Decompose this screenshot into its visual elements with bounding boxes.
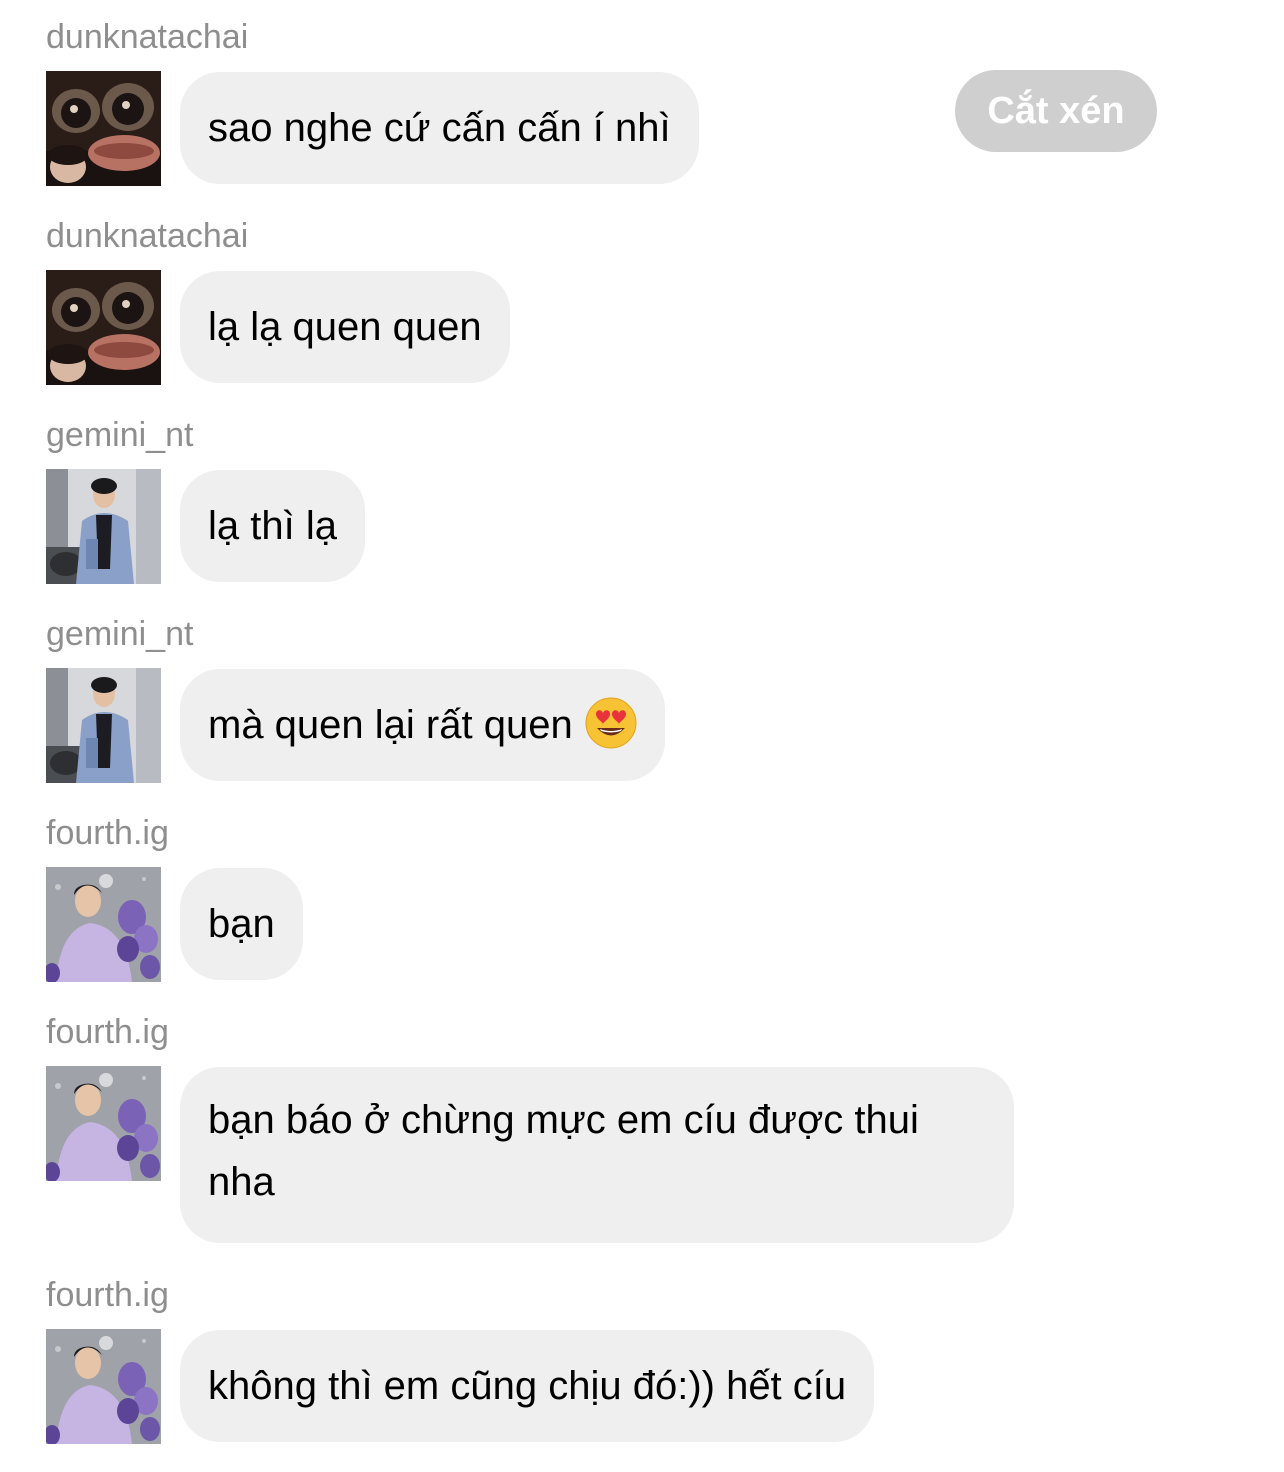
- message-bubble[interactable]: không thì em cũng chịu đó:)) hết cíu: [180, 1330, 875, 1442]
- heart-eyes-emoji: [585, 697, 637, 749]
- avatar-frog-glasses[interactable]: [46, 71, 161, 186]
- message-bubble[interactable]: lạ thì lạ: [180, 470, 365, 582]
- message-text: không thì em cũng chịu đó:)) hết cíu: [208, 1364, 847, 1408]
- message-text: sao nghe cứ cấn cấn í nhì: [208, 106, 671, 150]
- crop-button[interactable]: Cắt xén: [955, 70, 1157, 152]
- message-username[interactable]: gemini_nt: [46, 415, 193, 455]
- avatar-frog-glasses[interactable]: [46, 270, 161, 385]
- message-username[interactable]: fourth.ig: [46, 1012, 169, 1052]
- message-username[interactable]: dunknatachai: [46, 17, 248, 57]
- avatar-man-purple-balloons[interactable]: [46, 867, 161, 982]
- message-username[interactable]: fourth.ig: [46, 1275, 169, 1315]
- message-text: bạn báo ở chừng mực em cíu được thui nha: [208, 1098, 919, 1204]
- message-username[interactable]: fourth.ig: [46, 813, 169, 853]
- avatar-man-purple-balloons[interactable]: [46, 1066, 161, 1181]
- message-text: mà quen lại rất quen: [208, 703, 573, 747]
- message-bubble[interactable]: mà quen lại rất quen: [180, 669, 665, 781]
- avatar-man-blue-suit[interactable]: [46, 469, 161, 584]
- avatar-man-purple-balloons[interactable]: [46, 1329, 161, 1444]
- message-bubble[interactable]: lạ lạ quen quen: [180, 271, 510, 383]
- message-bubble[interactable]: bạn báo ở chừng mực em cíu được thui nha: [180, 1067, 1014, 1243]
- message-bubble[interactable]: bạn: [180, 868, 303, 980]
- message-text: bạn: [208, 902, 275, 946]
- message-bubble[interactable]: sao nghe cứ cấn cấn í nhì: [180, 72, 699, 184]
- message-username[interactable]: dunknatachai: [46, 216, 248, 256]
- avatar-man-blue-suit[interactable]: [46, 668, 161, 783]
- message-text: lạ lạ quen quen: [208, 305, 482, 349]
- message-text: lạ thì lạ: [208, 504, 337, 548]
- message-username[interactable]: gemini_nt: [46, 614, 193, 654]
